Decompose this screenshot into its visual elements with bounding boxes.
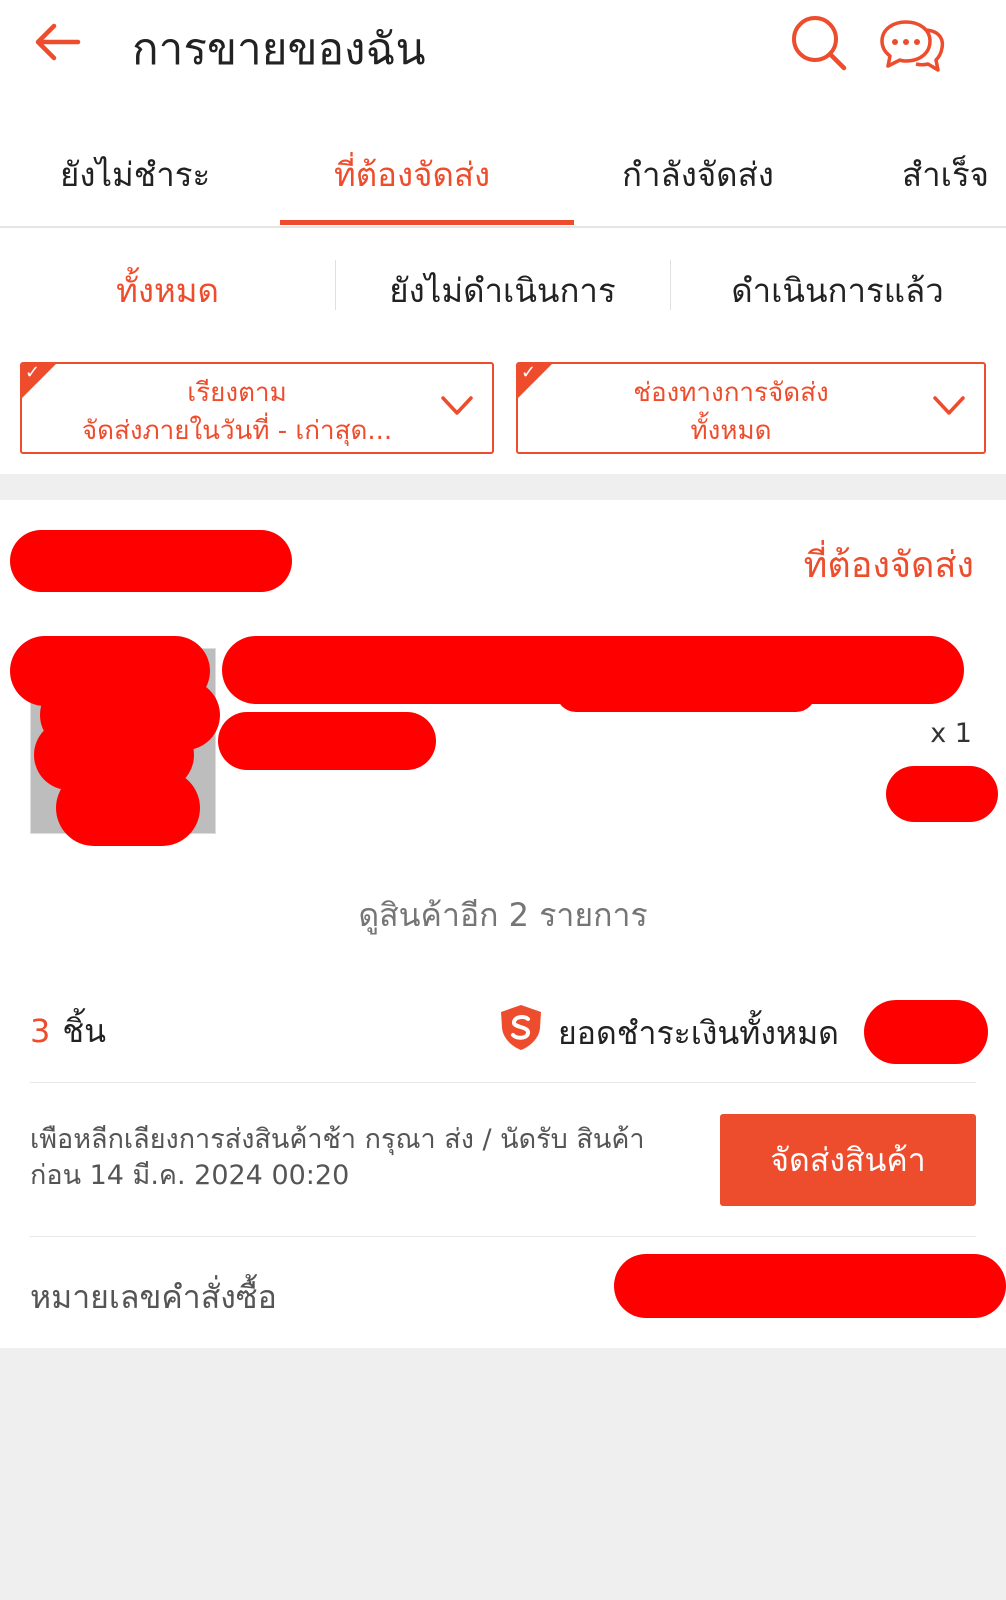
ship-deadline-notice: เพือหลีกเลียงการส่งสินค้าช้า กรุณา ส่ง /… xyxy=(30,1124,645,1191)
redacted-product-variant xyxy=(218,712,436,770)
redacted-total-amount xyxy=(864,1000,988,1064)
redacted-order-number xyxy=(614,1254,1006,1318)
chat-button[interactable] xyxy=(880,18,946,74)
search-button[interactable] xyxy=(790,14,850,74)
active-tab-indicator xyxy=(280,220,574,225)
redacted-item-price xyxy=(886,766,998,822)
item-count-number: 3 xyxy=(30,1012,51,1050)
order-status-tabs: ยังไม่ชำระ ที่ต้องจัดส่ง กำลังจัดส่ง สำเ… xyxy=(0,100,1006,228)
ship-order-button[interactable]: จัดส่งสินค้า xyxy=(720,1114,976,1206)
item-quantity: x 1 xyxy=(930,718,972,749)
subtab-processed[interactable]: ดำเนินการแล้ว xyxy=(670,264,1005,317)
check-icon: ✓ xyxy=(25,362,41,383)
shield-icon xyxy=(501,1005,541,1050)
order-number-label: หมายเลขคำสั่งซื้อ xyxy=(30,1278,277,1316)
shipping-channel-dropdown[interactable]: ✓ ช่องทางการจัดส่ง ทั้งหมด xyxy=(516,362,986,454)
item-count-unit: ชิ้น xyxy=(62,1012,106,1050)
subtab-not-processed[interactable]: ยังไม่ดำเนินการ xyxy=(335,264,670,317)
tab-to-ship[interactable]: ที่ต้องจัดส่ง xyxy=(334,148,490,201)
app-header: การขายของฉัน xyxy=(0,0,1006,100)
search-icon xyxy=(792,16,847,71)
page-title: การขายของฉัน xyxy=(132,24,426,75)
tab-unpaid[interactable]: ยังไม่ชำระ xyxy=(60,148,210,201)
divider xyxy=(30,1082,976,1083)
chevron-down-icon xyxy=(441,396,473,415)
sort-filter-dropdown[interactable]: ✓ เรียงตาม จัดส่งภายในวันที่ - เก่าสุด..… xyxy=(20,362,494,454)
view-more-items-link[interactable]: ดูสินค้าอีก 2 รายการ xyxy=(0,890,1006,941)
redacted-thumbnail xyxy=(56,770,200,846)
shipping-channel-label: ช่องทางการจัดส่ง xyxy=(633,378,829,408)
check-icon: ✓ xyxy=(521,362,537,383)
order-status-label: ที่ต้องจัดส่ง xyxy=(803,545,974,586)
item-count: 3 ชิ้น xyxy=(30,1006,106,1057)
tab-shipping[interactable]: กำลังจัดส่ง xyxy=(622,148,774,201)
chevron-down-icon xyxy=(933,396,965,415)
back-button[interactable] xyxy=(28,18,88,68)
subtab-all[interactable]: ทั้งหมด xyxy=(0,264,335,317)
redacted-buyer-name xyxy=(10,530,292,592)
sort-filter-label: เรียงตาม xyxy=(187,378,287,408)
order-card[interactable]: ที่ต้องจัดส่ง x 1 ดูสินค้าอีก 2 รายการ 3… xyxy=(0,500,1006,1348)
divider xyxy=(30,1236,976,1237)
total-payment-label: ยอดชำระเงินทั้งหมด xyxy=(558,1014,839,1052)
redacted-product-name xyxy=(556,672,816,712)
tab-completed[interactable]: สำเร็จ xyxy=(902,148,989,201)
shipping-channel-value: ทั้งหมด xyxy=(690,416,772,446)
subtab-bar: ทั้งหมด ยังไม่ดำเนินการ ดำเนินการแล้ว ✓ … xyxy=(0,228,1006,474)
arrow-left-icon xyxy=(35,23,81,61)
sort-filter-value: จัดส่งภายในวันที่ - เก่าสุด... xyxy=(81,416,393,446)
chat-bubbles-icon xyxy=(880,20,945,72)
